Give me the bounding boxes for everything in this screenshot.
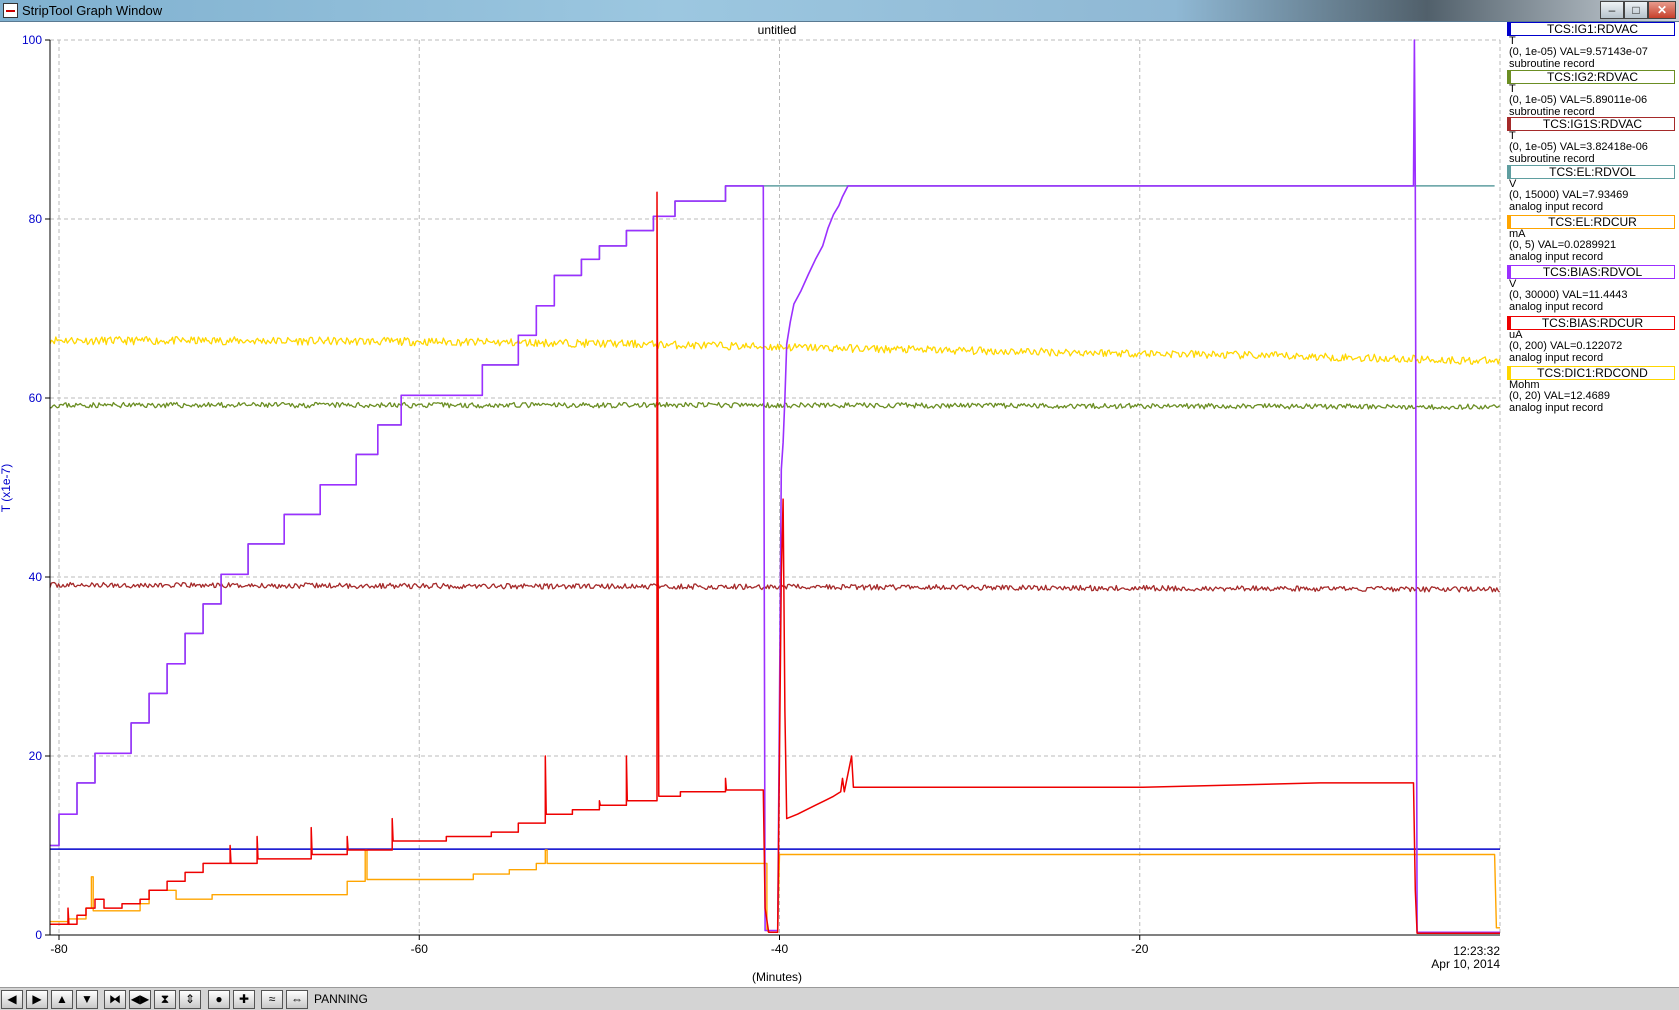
- y-tick-label: 80: [29, 212, 43, 226]
- legend-range: (0, 200) VAL=0.122072: [1509, 340, 1623, 352]
- legend-button[interactable]: TCS:EL:RDCUR: [1507, 215, 1675, 229]
- legend-button[interactable]: TCS:IG1S:RDVAC: [1507, 117, 1675, 131]
- x-axis-label: (Minutes): [752, 970, 802, 984]
- legend-type: analog input record: [1509, 402, 1604, 414]
- y-tick-label: 100: [22, 33, 42, 47]
- zoom-out-y-button[interactable]: ⇕: [179, 990, 201, 1009]
- legend-button[interactable]: TCS:DIC1:RDCOND: [1507, 366, 1675, 380]
- pan-down-button[interactable]: ▼: [76, 990, 98, 1009]
- legend-button[interactable]: TCS:IG1:RDVAC: [1507, 22, 1675, 36]
- app-icon: [3, 3, 18, 18]
- legend-range: (0, 30000) VAL=11.4443: [1509, 289, 1628, 301]
- legend-type: analog input record: [1509, 352, 1604, 364]
- auto-scroll-button[interactable]: ●: [208, 990, 230, 1009]
- legend-button[interactable]: TCS:IG2:RDVAC: [1507, 70, 1675, 84]
- series-tcs-ig2-rdvac: [49, 401, 1501, 411]
- maximize-button[interactable]: □: [1624, 1, 1648, 19]
- pan-up-button[interactable]: ▲: [51, 990, 73, 1009]
- legend-range: (0, 20) VAL=12.4689: [1509, 390, 1611, 402]
- series-tcs-bias-rdcur: [50, 191, 1500, 934]
- series-lines: [49, 39, 1501, 934]
- mode-label: PANNING: [314, 992, 368, 1006]
- strip-chart[interactable]: 0 20 40 60 80 100 -80 -60 -40 -20 untitled T (x1e…: [0, 22, 1505, 987]
- refresh-button[interactable]: ≈: [261, 990, 283, 1009]
- series-tcs-dic1-rdcond: [49, 336, 1501, 365]
- y-tick-label: 20: [29, 749, 43, 763]
- x-tick-label: -60: [411, 942, 429, 956]
- pan-left-button[interactable]: ◀: [1, 990, 23, 1009]
- grid-lines: [50, 39, 1501, 935]
- series-tcs-el-rdvol: [50, 185, 1495, 847]
- zoom-in-x-button[interactable]: ⧓: [104, 990, 126, 1009]
- legend-type: subroutine record: [1509, 153, 1595, 165]
- legend-button[interactable]: TCS:BIAS:RDCUR: [1507, 316, 1675, 330]
- zoom-in-y-button[interactable]: ⧗: [154, 990, 176, 1009]
- pan-mode-button[interactable]: ⇔: [286, 990, 308, 1009]
- legend-range: (0, 5) VAL=0.0289921: [1509, 239, 1617, 251]
- date-label: Apr 10, 2014: [1431, 957, 1500, 971]
- series-tcs-el-rdcur: [50, 849, 1500, 933]
- legend-type: analog input record: [1509, 251, 1604, 263]
- legend-range: (0, 1e-05) VAL=9.57143e-07: [1509, 46, 1648, 58]
- legend-range: (0, 1e-05) VAL=5.89011e-06: [1509, 94, 1648, 106]
- y-axis-label: T (x1e-7): [0, 464, 13, 512]
- x-tick-label: -80: [50, 942, 68, 956]
- y-tick-label: 40: [29, 570, 43, 584]
- legend-button[interactable]: TCS:EL:RDVOL: [1507, 165, 1675, 179]
- graph-title: untitled: [758, 23, 797, 37]
- time-label: 12:23:32: [1453, 944, 1500, 958]
- x-tick-label: -20: [1131, 942, 1149, 956]
- zoom-out-x-button[interactable]: ◀▶: [129, 990, 151, 1009]
- axis-ticks: 0 20 40 60 80 100 -80 -60 -40 -20: [22, 33, 1149, 956]
- x-tick-label: -40: [771, 942, 789, 956]
- toolbar: ◀ ▶ ▲ ▼ ⧓ ◀▶ ⧗ ⇕ ● ✚ ≈ ⇔ PANNING: [0, 987, 1679, 1010]
- y-tick-label: 0: [35, 928, 42, 942]
- reset-button[interactable]: ✚: [233, 990, 255, 1009]
- legend-type: analog input record: [1509, 201, 1604, 213]
- legend-button[interactable]: TCS:BIAS:RDVOL: [1507, 265, 1675, 279]
- series-tcs-bias-rdvol: [50, 39, 1500, 934]
- minimize-button[interactable]: –: [1600, 1, 1624, 19]
- legend-range: (0, 15000) VAL=7.93469: [1509, 189, 1629, 201]
- legend-range: (0, 1e-05) VAL=3.82418e-06: [1509, 141, 1648, 153]
- series-tcs-ig1s-rdvac: [49, 581, 1501, 593]
- window-title: StripTool Graph Window: [22, 3, 163, 18]
- y-tick-label: 60: [29, 391, 43, 405]
- title-bar: StripTool Graph Window – □ ✕: [0, 0, 1679, 22]
- legend-type: analog input record: [1509, 301, 1604, 313]
- close-button[interactable]: ✕: [1648, 1, 1676, 19]
- pan-right-button[interactable]: ▶: [26, 990, 48, 1009]
- legend-type: subroutine record: [1509, 58, 1595, 70]
